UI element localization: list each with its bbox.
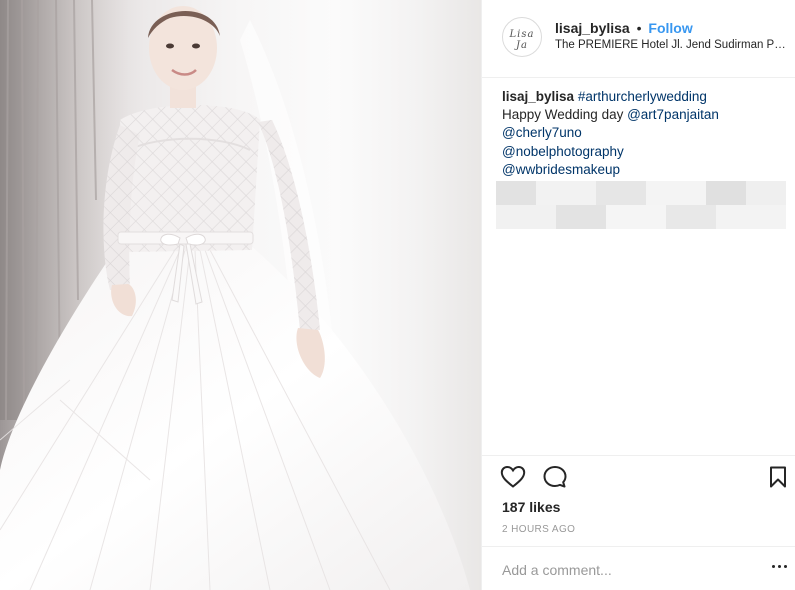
header-user-row: lisaj_bylisa • Follow	[555, 20, 693, 36]
likes-count[interactable]: 187 likes	[502, 499, 560, 515]
add-comment-input[interactable]	[502, 559, 752, 581]
photo-illustration	[0, 0, 470, 590]
post-photo[interactable]	[0, 0, 481, 590]
caption-mention-3[interactable]: @nobelphotography	[502, 143, 792, 161]
actions-divider	[482, 455, 795, 456]
caption-line-1: lisaj_bylisa #arthurcherlywedding	[502, 88, 792, 106]
header-username[interactable]: lisaj_bylisa	[555, 20, 630, 36]
comment-bar	[482, 546, 795, 590]
post-caption: lisaj_bylisa #arthurcherlywedding Happy …	[502, 88, 792, 179]
caption-text: Happy Wedding day	[502, 107, 628, 123]
avatar[interactable]: Lisa Ja	[502, 17, 542, 57]
comment-bubble-icon[interactable]	[542, 465, 568, 489]
caption-username[interactable]: lisaj_bylisa	[502, 89, 574, 104]
follow-button[interactable]: Follow	[648, 20, 692, 36]
redacted-comment-blur	[496, 181, 786, 229]
post-header: Lisa Ja lisaj_bylisa • Follow The PREMIE…	[482, 0, 795, 78]
post-details: Lisa Ja lisaj_bylisa • Follow The PREMIE…	[481, 0, 795, 590]
caption-hashtag[interactable]: #arthurcherlywedding	[578, 89, 707, 104]
caption-line-2: Happy Wedding day @art7panjaitan	[502, 106, 792, 124]
caption-mention-4[interactable]: @wwbridesmakeup	[502, 161, 792, 179]
location-link[interactable]: The PREMIERE Hotel Jl. Jend Sudirman Pek…	[555, 39, 791, 51]
caption-mention-2[interactable]: @cherly7uno	[502, 124, 792, 142]
caption-mention-1[interactable]: @art7panjaitan	[627, 107, 719, 122]
save-bookmark-icon[interactable]	[768, 466, 788, 488]
avatar-logo-text: Lisa Ja	[509, 29, 535, 51]
like-heart-icon[interactable]	[500, 465, 526, 489]
header-separator: •	[636, 20, 642, 36]
post-timestamp[interactable]: 2 HOURS AGO	[502, 524, 575, 535]
more-options-icon[interactable]	[772, 565, 788, 571]
